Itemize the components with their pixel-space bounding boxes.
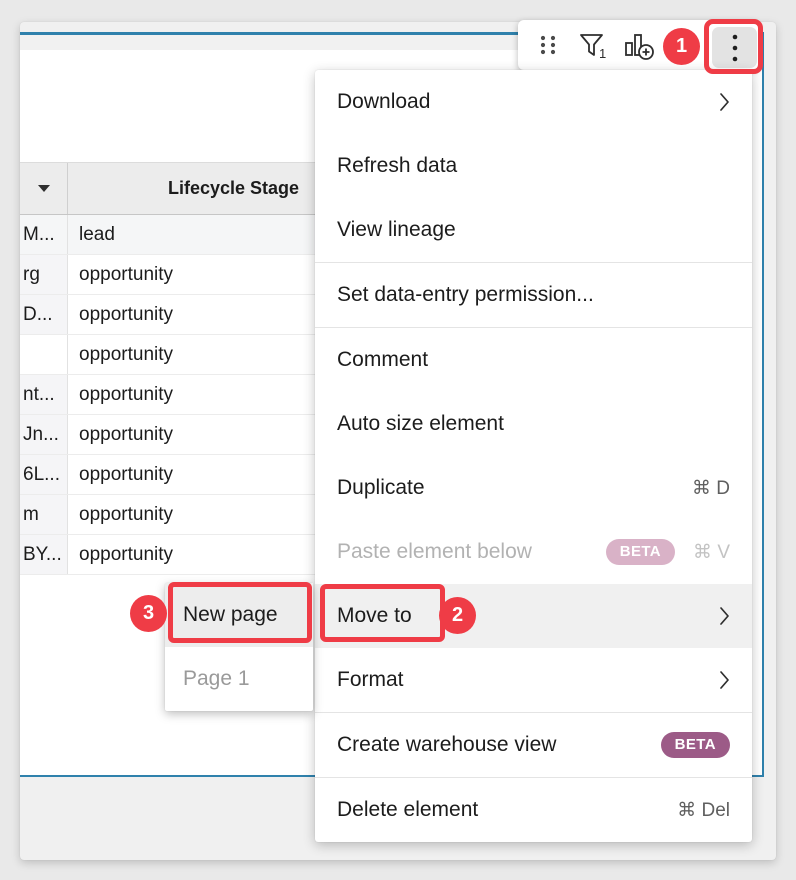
menu-item-auto-size-element[interactable]: Auto size element bbox=[315, 392, 752, 456]
cell-key[interactable]: rg bbox=[20, 255, 68, 294]
menu-item-label: Set data-entry permission... bbox=[337, 283, 594, 307]
menu-item-move-to[interactable]: Move to bbox=[315, 584, 752, 648]
shortcut-label: ⌘ V bbox=[693, 541, 730, 564]
menu-item-label: Download bbox=[337, 90, 430, 114]
step-badge-2: 2 bbox=[439, 597, 476, 634]
menu-item-format[interactable]: Format bbox=[315, 648, 752, 712]
cell-key[interactable]: 6L... bbox=[20, 455, 68, 494]
cell-key[interactable]: BY... bbox=[20, 535, 68, 574]
submenu-item-label: Page 1 bbox=[183, 667, 250, 691]
shortcut-label: ⌘ Del bbox=[677, 799, 730, 822]
beta-badge: BETA bbox=[606, 539, 675, 565]
move-to-submenu: New page Page 1 bbox=[165, 583, 313, 711]
element-toolbar: 1 bbox=[518, 20, 758, 70]
menu-item-label: Duplicate bbox=[337, 476, 425, 500]
drag-handle-icon[interactable] bbox=[534, 32, 562, 58]
shortcut-label: ⌘ D bbox=[692, 477, 730, 500]
menu-item-download[interactable]: Download bbox=[315, 70, 752, 134]
chevron-down-icon[interactable] bbox=[38, 185, 50, 192]
table-header-key-column[interactable] bbox=[20, 163, 68, 214]
menu-item-refresh-data[interactable]: Refresh data bbox=[315, 134, 752, 198]
screenshot-root: Lifecycle Stage M...lead rgopportunity D… bbox=[0, 0, 796, 880]
menu-item-label: Paste element below bbox=[337, 540, 532, 564]
menu-item-label: Auto size element bbox=[337, 412, 504, 436]
menu-item-paste-element-below[interactable]: Paste element below BETA ⌘ V bbox=[315, 520, 752, 584]
step-badge-3: 3 bbox=[130, 595, 167, 632]
menu-item-label: Create warehouse view bbox=[337, 733, 556, 757]
menu-item-label: Comment bbox=[337, 348, 428, 372]
filter-icon[interactable]: 1 bbox=[574, 27, 610, 63]
menu-item-label: Format bbox=[337, 668, 404, 692]
menu-item-label: Refresh data bbox=[337, 154, 457, 178]
step-badge-1: 1 bbox=[663, 28, 700, 65]
menu-item-label: Delete element bbox=[337, 798, 478, 822]
chevron-right-icon bbox=[719, 606, 730, 626]
add-chart-icon[interactable] bbox=[618, 26, 658, 64]
element-context-menu: Download Refresh data View lineage Set d… bbox=[315, 70, 752, 842]
menu-item-duplicate[interactable]: Duplicate ⌘ D bbox=[315, 456, 752, 520]
beta-badge: BETA bbox=[661, 732, 730, 758]
menu-item-label: View lineage bbox=[337, 218, 456, 242]
cell-key[interactable]: nt... bbox=[20, 375, 68, 414]
cell-key[interactable]: D... bbox=[20, 295, 68, 334]
menu-item-set-data-entry-permission[interactable]: Set data-entry permission... bbox=[315, 263, 752, 327]
cell-key[interactable]: m bbox=[20, 495, 68, 534]
menu-item-label: Move to bbox=[337, 604, 412, 628]
more-options-button[interactable] bbox=[712, 27, 757, 68]
menu-item-create-warehouse-view[interactable]: Create warehouse view BETA bbox=[315, 713, 752, 777]
cell-key[interactable]: M... bbox=[20, 215, 68, 254]
submenu-item-page-1[interactable]: Page 1 bbox=[165, 647, 313, 711]
chevron-right-icon bbox=[719, 670, 730, 690]
menu-item-delete-element[interactable]: Delete element ⌘ Del bbox=[315, 778, 752, 842]
cell-key[interactable]: Jn... bbox=[20, 415, 68, 454]
cell-key[interactable] bbox=[20, 335, 68, 374]
submenu-item-new-page[interactable]: New page bbox=[165, 583, 313, 647]
menu-item-view-lineage[interactable]: View lineage bbox=[315, 198, 752, 262]
menu-item-comment[interactable]: Comment bbox=[315, 328, 752, 392]
kebab-icon bbox=[731, 33, 739, 63]
chevron-right-icon bbox=[719, 92, 730, 112]
submenu-item-label: New page bbox=[183, 603, 278, 627]
filter-count: 1 bbox=[599, 46, 606, 61]
